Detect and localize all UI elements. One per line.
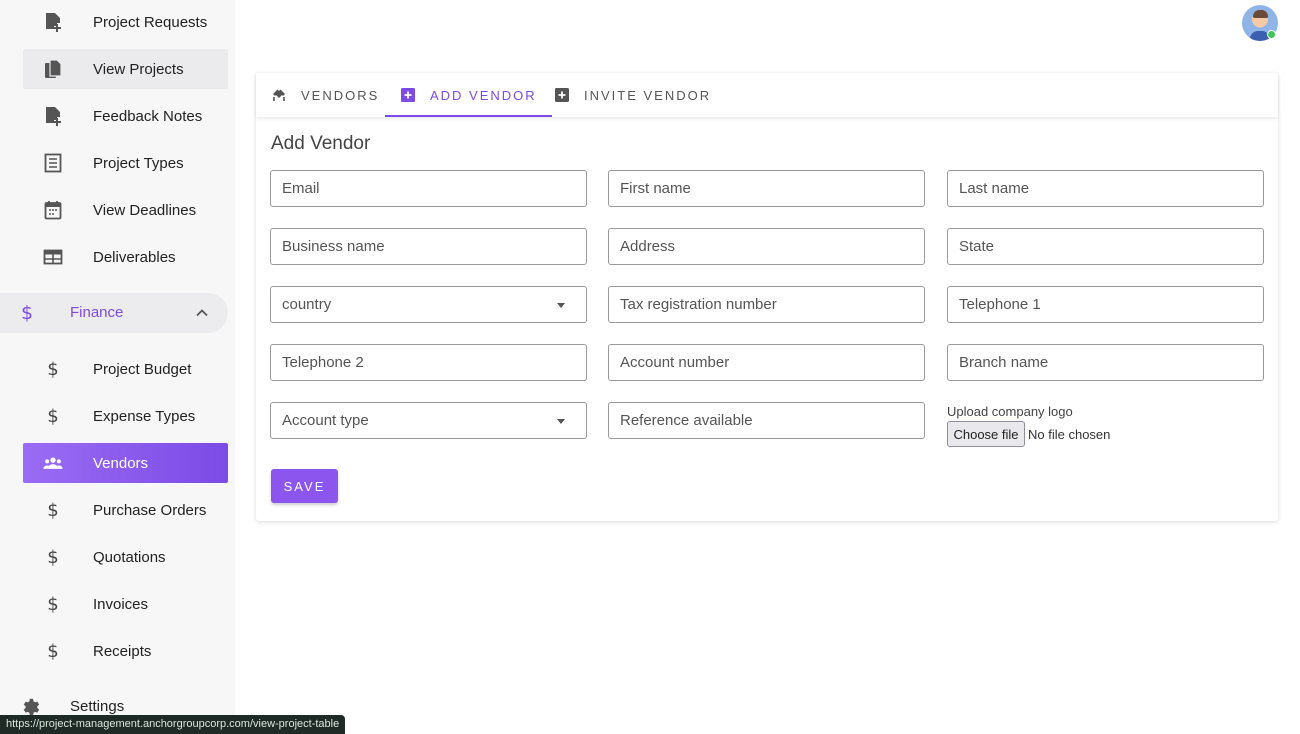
note-add-icon: [43, 12, 63, 32]
sidebar-item-receipts[interactable]: $ Receipts: [23, 631, 228, 671]
online-status-dot: [1267, 30, 1276, 39]
sidebar-group-finance[interactable]: $ Finance: [0, 293, 228, 333]
address-field[interactable]: Address: [608, 228, 925, 265]
dollar-icon: $: [47, 405, 59, 427]
sidebar-item-label: Project Budget: [93, 360, 192, 378]
note-add-icon: [43, 106, 63, 126]
sidebar-item-deliverables[interactable]: Deliverables: [23, 237, 228, 277]
tab-label: Invite Vendor: [584, 87, 712, 103]
sidebar-item-vendors[interactable]: Vendors: [23, 443, 228, 483]
sidebar-item-view-projects[interactable]: View Projects: [23, 49, 228, 89]
table-icon: [43, 247, 63, 267]
reference-field[interactable]: Reference available: [608, 402, 925, 439]
state-field[interactable]: State: [947, 228, 1264, 265]
tab-bar: Vendors Add Vendor Invite Vendor: [256, 73, 1278, 117]
sidebar-item-view-deadlines[interactable]: View Deadlines: [23, 190, 228, 230]
avatar-hair: [1253, 10, 1268, 18]
sidebar-item-project-types[interactable]: Project Types: [23, 143, 228, 183]
tab-invite-vendor[interactable]: Invite Vendor: [554, 73, 711, 117]
sidebar-group-label: Finance: [70, 304, 124, 321]
sidebar-item-label: View Projects: [93, 60, 184, 78]
address-placeholder: Address: [620, 238, 676, 255]
tax-registration-field[interactable]: Tax registration number: [608, 286, 925, 323]
status-url-tooltip: https://project-management.anchorgroupco…: [0, 715, 346, 734]
choose-file-button[interactable]: Choose file: [947, 421, 1025, 447]
first-name-field[interactable]: First name: [608, 170, 925, 207]
dollar-icon: $: [47, 499, 59, 521]
sidebar-item-label: Purchase Orders: [93, 501, 207, 519]
settings-label: Settings: [70, 698, 125, 715]
telephone2-field[interactable]: Telephone 2: [270, 344, 587, 381]
sidebar-item-project-budget[interactable]: $ Project Budget: [23, 349, 228, 389]
tab-label: Vendors: [301, 87, 380, 103]
account-number-field[interactable]: Account number: [608, 344, 925, 381]
file-status-text: No file chosen: [1028, 427, 1111, 442]
country-placeholder: country: [282, 296, 332, 313]
telephone2-placeholder: Telephone 2: [282, 354, 364, 371]
branch-name-placeholder: Branch name: [959, 354, 1049, 371]
sidebar-item-label: Invoices: [93, 595, 149, 613]
list-document-icon: [43, 153, 63, 173]
tab-add-vendor[interactable]: Add Vendor: [385, 73, 552, 117]
sidebar-item-invoices[interactable]: $ Invoices: [23, 584, 228, 624]
dollar-icon: $: [47, 546, 59, 568]
account-type-placeholder: Account type: [282, 412, 369, 429]
sidebar-item-label: Vendors: [93, 454, 149, 472]
vendor-card: Vendors Add Vendor Invite Vendor Add Ven…: [256, 73, 1278, 521]
account-type-select[interactable]: Account type: [270, 402, 587, 439]
sidebar-item-label: View Deadlines: [93, 201, 197, 219]
first-name-placeholder: First name: [620, 180, 691, 197]
sidebar-item-label: Project Requests: [93, 13, 208, 31]
tab-label: Add Vendor: [430, 87, 537, 103]
page-title: Add Vendor: [271, 133, 371, 154]
sidebar-item-label: Receipts: [93, 642, 152, 660]
branch-name-field[interactable]: Branch name: [947, 344, 1264, 381]
upload-logo-label: Upload company logo: [947, 404, 1073, 419]
dropdown-arrow-icon: [557, 419, 565, 424]
sidebar-item-label: Feedback Notes: [93, 107, 203, 125]
tax-registration-placeholder: Tax registration number: [620, 296, 777, 313]
sidebar: Project Requests View Projects Feedback …: [0, 0, 235, 734]
last-name-field[interactable]: Last name: [947, 170, 1264, 207]
tab-vendors[interactable]: Vendors: [271, 73, 379, 117]
chevron-up-icon: [196, 309, 208, 317]
country-select[interactable]: country: [270, 286, 587, 323]
add-box-icon: [555, 88, 569, 102]
email-field[interactable]: Email: [270, 170, 587, 207]
business-name-placeholder: Business name: [282, 238, 385, 255]
reference-placeholder: Reference available: [620, 412, 753, 429]
business-name-field[interactable]: Business name: [270, 228, 587, 265]
dollar-icon: $: [47, 358, 59, 380]
state-placeholder: State: [959, 238, 995, 255]
email-placeholder: Email: [282, 180, 320, 197]
sidebar-item-quotations[interactable]: $ Quotations: [23, 537, 228, 577]
dollar-icon: $: [47, 593, 59, 615]
save-button[interactable]: SAVE: [271, 469, 338, 503]
people-icon: [43, 453, 63, 473]
sidebar-item-label: Expense Types: [93, 407, 196, 425]
sidebar-item-label: Project Types: [93, 154, 184, 172]
sidebar-item-project-requests[interactable]: Project Requests: [23, 2, 228, 42]
calendar-icon: [43, 200, 63, 220]
sidebar-item-purchase-orders[interactable]: $ Purchase Orders: [23, 490, 228, 530]
vendors-icon: [273, 89, 285, 101]
telephone1-field[interactable]: Telephone 1: [947, 286, 1264, 323]
account-number-placeholder: Account number: [620, 354, 730, 371]
last-name-placeholder: Last name: [959, 180, 1030, 197]
sidebar-item-label: Quotations: [93, 548, 166, 566]
dollar-icon: $: [21, 302, 34, 324]
sidebar-item-feedback-notes[interactable]: Feedback Notes: [23, 96, 228, 136]
add-box-icon: [401, 88, 415, 102]
sidebar-item-expense-types[interactable]: $ Expense Types: [23, 396, 228, 436]
file-copy-icon: [43, 59, 63, 79]
sidebar-item-label: Deliverables: [93, 248, 176, 266]
telephone1-placeholder: Telephone 1: [959, 296, 1041, 313]
dollar-icon: $: [47, 640, 59, 662]
dropdown-arrow-icon: [557, 303, 565, 308]
